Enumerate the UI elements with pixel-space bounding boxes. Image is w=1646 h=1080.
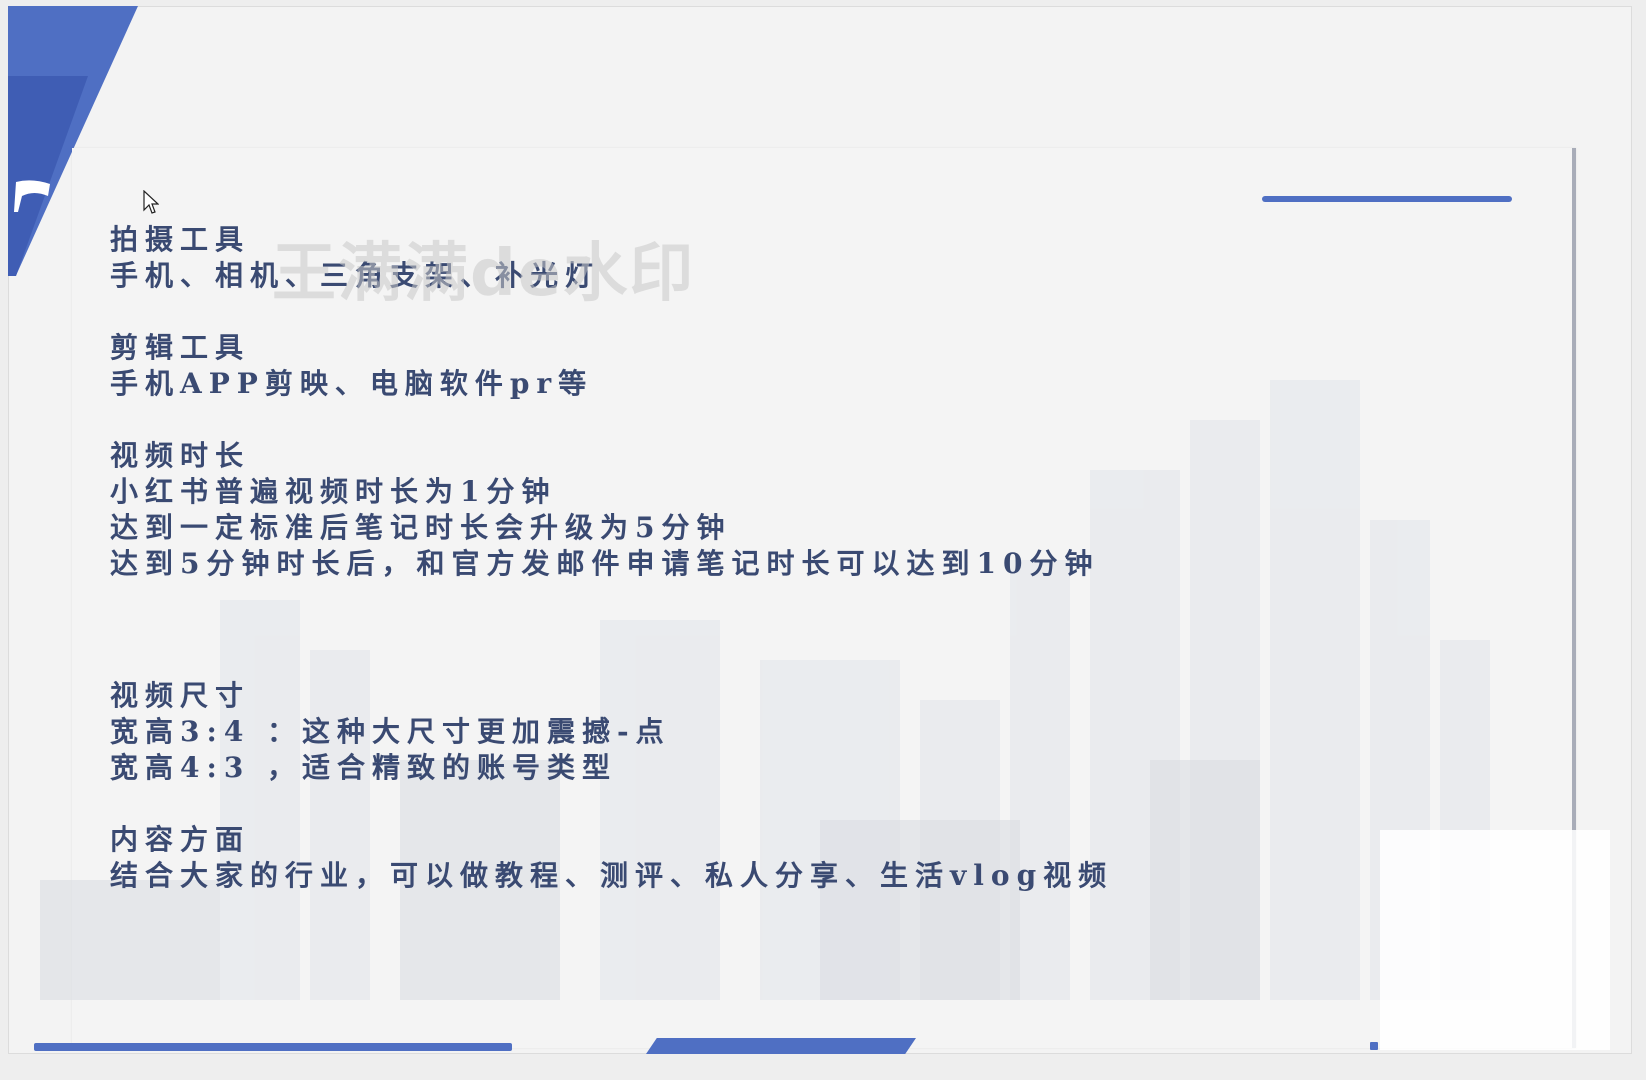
white-overlay-panel (1380, 830, 1610, 1050)
section-video-size: 视频尺寸 宽高3:4 ：这种大尺寸更加震撼-点 宽高4:3 ，适合精致的账号类型 (110, 678, 1410, 786)
section-heading: 内容方面 (110, 823, 251, 856)
mouse-pointer-icon (143, 190, 159, 214)
section-line: 结合大家的行业，可以做教程、测评、私人分享、生活vlog视频 (110, 859, 1114, 892)
section-video-duration: 视频时长 小红书普遍视频时长为1分钟 达到一定标准后笔记时长会升级为5分钟 达到… (110, 438, 1410, 582)
section-line: 宽高4:3 ，适合精致的账号类型 (110, 751, 618, 784)
slide-content: 拍摄工具 手机、相机、三角支架、补光灯 剪辑工具 手机APP剪映、电脑软件pr等… (110, 222, 1410, 894)
section-editing-tools: 剪辑工具 手机APP剪映、电脑软件pr等 (110, 330, 1410, 402)
accent-bar-bottom-mid (646, 1038, 916, 1054)
section-heading: 剪辑工具 (110, 331, 251, 364)
watermark-text: 王满满de水印 (272, 237, 696, 311)
section-line: 小红书普遍视频时长为1分钟 (110, 475, 557, 508)
section-heading: 视频时长 (110, 439, 251, 472)
section-line: 手机APP剪映、电脑软件pr等 (110, 367, 594, 400)
section-heading: 视频尺寸 (110, 679, 251, 712)
section-line: 达到5分钟时长后，和官方发邮件申请笔记时长可以达到10分钟 (110, 547, 1100, 580)
section-content-aspect: 内容方面 结合大家的行业，可以做教程、测评、私人分享、生活vlog视频 (110, 822, 1410, 894)
accent-bar-top (1262, 196, 1512, 202)
section-line: 达到一定标准后笔记时长会升级为5分钟 (110, 511, 732, 544)
accent-bar-bottom-left (34, 1043, 512, 1051)
section-line: 宽高3:4 ：这种大尺寸更加震撼-点 (110, 715, 671, 748)
presentation-stage: 拍摄工具 手机、相机、三角支架、补光灯 剪辑工具 手机APP剪映、电脑软件pr等… (0, 0, 1646, 1080)
accent-dot (1370, 1042, 1378, 1050)
flag-logo-icon (14, 180, 50, 212)
